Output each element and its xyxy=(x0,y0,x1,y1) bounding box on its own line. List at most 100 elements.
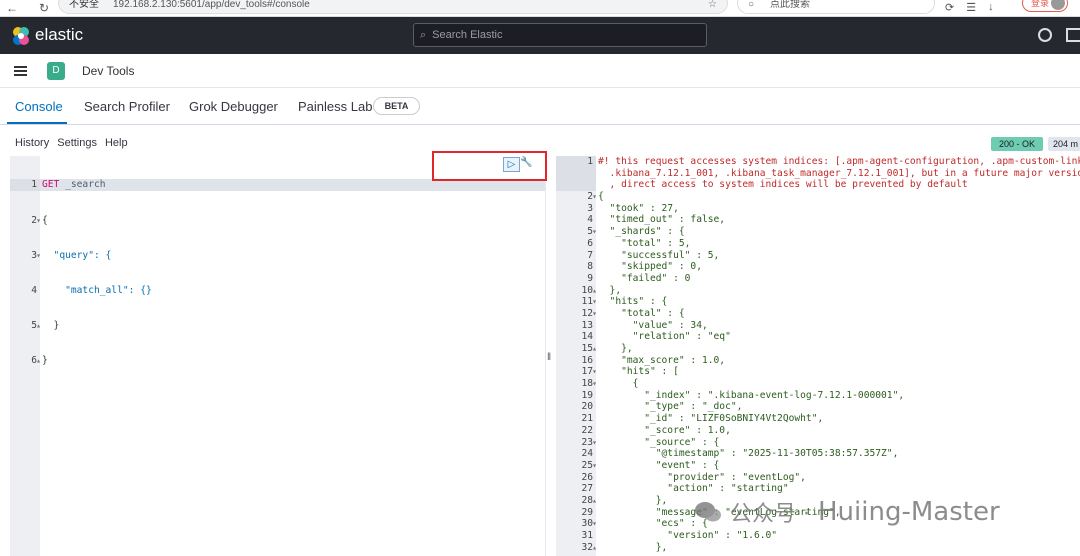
active-tab-indicator xyxy=(7,122,67,124)
line-number: 11 ▾ xyxy=(581,296,597,308)
request-editor[interactable]: GET _search { "query": { "match_all": {}… xyxy=(40,156,546,556)
watermark-prefix: 公众号 · xyxy=(730,502,810,527)
collections-icon[interactable]: ☰ xyxy=(966,1,976,14)
json-line: "total" : { xyxy=(598,307,685,319)
line-number: 32 ▴ xyxy=(581,541,597,553)
line-number: 26 xyxy=(581,471,593,483)
line-number: 10 ▴ xyxy=(581,284,597,296)
json-line: "value" : 34, xyxy=(598,319,708,331)
response-gutter: 1 2 ▾ 3 4 5 ▾ 6 7 8 9 10 ▴ 11 ▾ 12 ▾ 13 14 15 ▴ 16 17 ▾ 18 ▾ 19 20 2… xyxy=(556,156,597,556)
line-number: 8 xyxy=(587,261,593,273)
app-bar: D Dev Tools xyxy=(0,54,1080,88)
line-number: 29 xyxy=(581,506,593,518)
line-number: 17 ▾ xyxy=(581,366,597,378)
line-number: 27 xyxy=(581,483,593,495)
line-number: 20 xyxy=(581,401,593,413)
request-gutter: 1 2 ▾ 3 ▾ 4 5 ▴ 6 ▴ xyxy=(10,156,41,556)
line-number: 31 xyxy=(581,530,593,542)
bookmark-star-icon[interactable]: ☆ xyxy=(708,0,717,10)
json-line: }, xyxy=(598,343,633,354)
tab-search-profiler[interactable]: Search Profiler xyxy=(84,99,170,114)
line-number: 23 ▾ xyxy=(581,436,597,448)
settings-link[interactable]: Settings xyxy=(57,137,97,149)
code-line: } xyxy=(42,354,48,366)
breadcrumb: Dev Tools xyxy=(82,64,135,78)
watermark-name: Huiing-Master xyxy=(818,497,1000,527)
json-line: "action" : "starting" xyxy=(598,483,789,495)
download-icon[interactable]: ↓ xyxy=(988,1,994,13)
tab-grok-debugger[interactable]: Grok Debugger xyxy=(189,99,278,114)
status-badge: 200 - OK xyxy=(991,137,1043,151)
tab-console[interactable]: Console xyxy=(15,99,63,114)
help-icon[interactable] xyxy=(1038,28,1052,42)
code-line: { xyxy=(42,214,48,226)
line-number: 19 xyxy=(581,389,593,401)
code-line: } xyxy=(42,319,60,331)
json-line: { xyxy=(598,191,604,203)
json-line: "event" : { xyxy=(598,459,720,471)
reload-icon[interactable]: ↻ xyxy=(36,1,52,15)
refresh-icon[interactable]: ⟳ xyxy=(945,1,954,14)
search-icon: ⌕ xyxy=(420,28,427,41)
request-path: _search xyxy=(65,179,106,191)
warning-line: #! this request accesses system indices:… xyxy=(598,156,1080,167)
line-number: 6 xyxy=(587,237,593,249)
newsfeed-icon[interactable] xyxy=(1066,28,1080,42)
menu-icon[interactable] xyxy=(14,66,27,76)
response-time-badge: 204 m xyxy=(1048,137,1080,151)
dev-tools-tabs: Console Search Profiler Grok Debugger Pa… xyxy=(0,89,1080,125)
url-text: 192.168.2.130:5601/app/dev_tools#/consol… xyxy=(113,0,310,10)
json-line: }, xyxy=(598,284,622,296)
line-number: 21 xyxy=(581,413,593,425)
json-line: "max_score" : 1.0, xyxy=(598,354,726,366)
brand-name: elastic xyxy=(35,25,84,44)
address-bar[interactable]: 不安全 192.168.2.130:5601/app/dev_tools#/co… xyxy=(58,0,728,14)
wechat-icon xyxy=(695,502,721,522)
line-number: 3 ▾ xyxy=(31,249,41,261)
json-line: "_shards" : { xyxy=(598,226,685,238)
global-search-input[interactable]: ⌕ Search Elastic xyxy=(413,23,707,47)
wrench-icon[interactable]: 🔧 xyxy=(520,157,536,172)
panel-resizer[interactable]: ‖ xyxy=(547,352,551,363)
login-button[interactable]: 登录 xyxy=(1022,0,1068,12)
line-number: 16 xyxy=(581,354,593,366)
json-line: "relation" : "eq" xyxy=(598,331,731,343)
elastic-logo-icon[interactable] xyxy=(11,26,31,46)
line-number: 5 ▾ xyxy=(587,226,597,238)
line-number: 2 ▾ xyxy=(31,214,41,226)
tab-painless-lab[interactable]: Painless Lab xyxy=(298,99,372,114)
line-number: 28 ▴ xyxy=(581,494,597,506)
line-number: 30 ▾ xyxy=(581,518,597,530)
line-number: 4 xyxy=(587,214,593,226)
json-line: "_source" : { xyxy=(598,436,720,448)
line-number: 24 xyxy=(581,448,593,460)
json-line: "provider" : "eventLog", xyxy=(598,471,806,483)
login-label: 登录 xyxy=(1031,0,1050,8)
json-line: "successful" : 5, xyxy=(598,249,720,261)
request-method: GET xyxy=(42,179,60,191)
json-line: "_type" : "_doc", xyxy=(598,401,743,413)
line-number: 18 ▾ xyxy=(581,378,597,390)
space-avatar[interactable]: D xyxy=(47,62,65,80)
json-line: "_id" : "LIZF0SoBNIY4Vt2Qowht", xyxy=(598,413,824,425)
json-line: "skipped" : 0, xyxy=(598,261,702,273)
back-icon[interactable]: ← xyxy=(4,1,20,15)
line-number: 9 xyxy=(587,272,593,284)
history-link[interactable]: History xyxy=(15,137,49,149)
json-line: }, xyxy=(598,541,668,553)
json-line: "version" : "1.6.0" xyxy=(598,530,778,541)
kibana-header: elastic ⌕ Search Elastic xyxy=(0,17,1080,54)
request-line: GET _search xyxy=(40,179,545,192)
line-number: 14 xyxy=(581,331,593,343)
line-number: 4 xyxy=(31,284,37,296)
browser-search-box[interactable]: ○ 点此搜索 xyxy=(737,0,935,14)
help-link[interactable]: Help xyxy=(105,137,128,149)
watermark: 公众号 · Huiing-Master xyxy=(694,496,1000,528)
run-request-button[interactable]: ▷ xyxy=(503,157,520,172)
json-line: "hits" : { xyxy=(598,296,668,308)
beta-badge: BETA xyxy=(373,97,420,115)
warning-line: .kibana_7.12.1_001, .kibana_task_manager… xyxy=(598,167,1080,179)
json-line: "timed_out" : false, xyxy=(598,214,726,226)
console-menu: History Settings Help xyxy=(15,137,128,149)
json-line: { xyxy=(598,378,639,390)
